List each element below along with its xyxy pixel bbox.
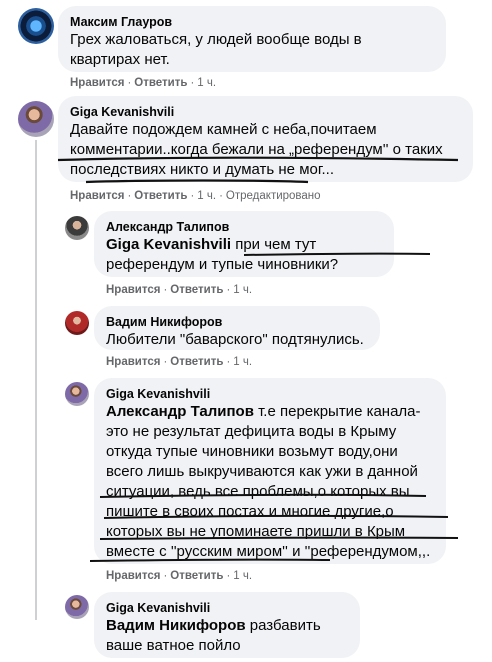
comment-bubble: Giga Kevanishvili Давайте подождем камне… bbox=[58, 96, 473, 182]
timestamp[interactable]: 1 ч. bbox=[233, 356, 252, 368]
comment-text: Вадим Никифоров разбавить ваше ватное по… bbox=[106, 617, 321, 654]
reply-link[interactable]: Ответить bbox=[170, 570, 223, 582]
reply-link[interactable]: Ответить bbox=[134, 77, 187, 89]
comment-actions: Нравится · Ответить · 1 ч. bbox=[70, 77, 217, 89]
comment-actions: Нравится · Ответить · 1 ч. · Отредактировано bbox=[70, 190, 321, 202]
timestamp[interactable]: 1 ч. bbox=[197, 77, 216, 89]
avatar[interactable] bbox=[65, 311, 89, 335]
like-link[interactable]: Нравится bbox=[70, 190, 124, 202]
comment-text: Давайте подождем камней с неба,почитаем … bbox=[70, 121, 443, 178]
comment-author[interactable]: Giga Kevanishvili bbox=[70, 104, 461, 120]
reply-link[interactable]: Ответить bbox=[170, 284, 223, 296]
mention-link[interactable]: Александр Талипов bbox=[106, 403, 254, 420]
comment-author[interactable]: Giga Kevanishvili bbox=[106, 600, 348, 616]
comment-author[interactable]: Александр Талипов bbox=[106, 219, 382, 235]
comment-text: Александр Талипов т.е перекрытие канала-… bbox=[106, 403, 431, 560]
comment-bubble: Александр Талипов Giga Kevanishvili при … bbox=[94, 211, 394, 277]
comment-text: Грех жаловаться, у людей вообще воды в к… bbox=[70, 31, 362, 68]
like-link[interactable]: Нравится bbox=[106, 284, 160, 296]
comment-actions: Нравится · Ответить · 1 ч. bbox=[106, 356, 253, 368]
comment-bubble: Максим Глауров Грех жаловаться, у людей … bbox=[58, 6, 446, 72]
comment-author[interactable]: Вадим Никифоров bbox=[106, 314, 368, 330]
avatar[interactable] bbox=[65, 382, 89, 406]
avatar[interactable] bbox=[65, 595, 89, 619]
timestamp[interactable]: 1 ч. bbox=[233, 570, 252, 582]
reply-thread-line bbox=[35, 140, 37, 620]
like-link[interactable]: Нравится bbox=[106, 356, 160, 368]
edited-label[interactable]: Отредактировано bbox=[226, 190, 321, 202]
comment-actions: Нравится · Ответить · 1 ч. bbox=[106, 284, 253, 296]
comment-bubble: Вадим Никифоров Любители "баварского" по… bbox=[94, 306, 380, 350]
avatar[interactable] bbox=[65, 216, 89, 240]
comment-author[interactable]: Максим Глауров bbox=[70, 14, 434, 30]
reply-link[interactable]: Ответить bbox=[170, 356, 223, 368]
timestamp[interactable]: 1 ч. bbox=[197, 190, 216, 202]
mention-link[interactable]: Giga Kevanishvili bbox=[106, 236, 231, 253]
like-link[interactable]: Нравится bbox=[106, 570, 160, 582]
comment-author[interactable]: Giga Kevanishvili bbox=[106, 386, 434, 402]
comment-bubble: Giga Kevanishvili Вадим Никифоров разбав… bbox=[94, 592, 360, 658]
comment-text: Giga Kevanishvili при чем тут референдум… bbox=[106, 236, 339, 273]
comment-bubble: Giga Kevanishvili Александр Талипов т.е … bbox=[94, 378, 446, 564]
avatar[interactable] bbox=[18, 8, 54, 44]
mention-link[interactable]: Вадим Никифоров bbox=[106, 617, 246, 634]
avatar[interactable] bbox=[18, 101, 54, 137]
comment-actions: Нравится · Ответить · 1 ч. bbox=[106, 570, 253, 582]
like-link[interactable]: Нравится bbox=[70, 77, 124, 89]
comment-text: Любители "баварского" подтянулись. bbox=[106, 331, 364, 348]
reply-link[interactable]: Ответить bbox=[134, 190, 187, 202]
timestamp[interactable]: 1 ч. bbox=[233, 284, 252, 296]
